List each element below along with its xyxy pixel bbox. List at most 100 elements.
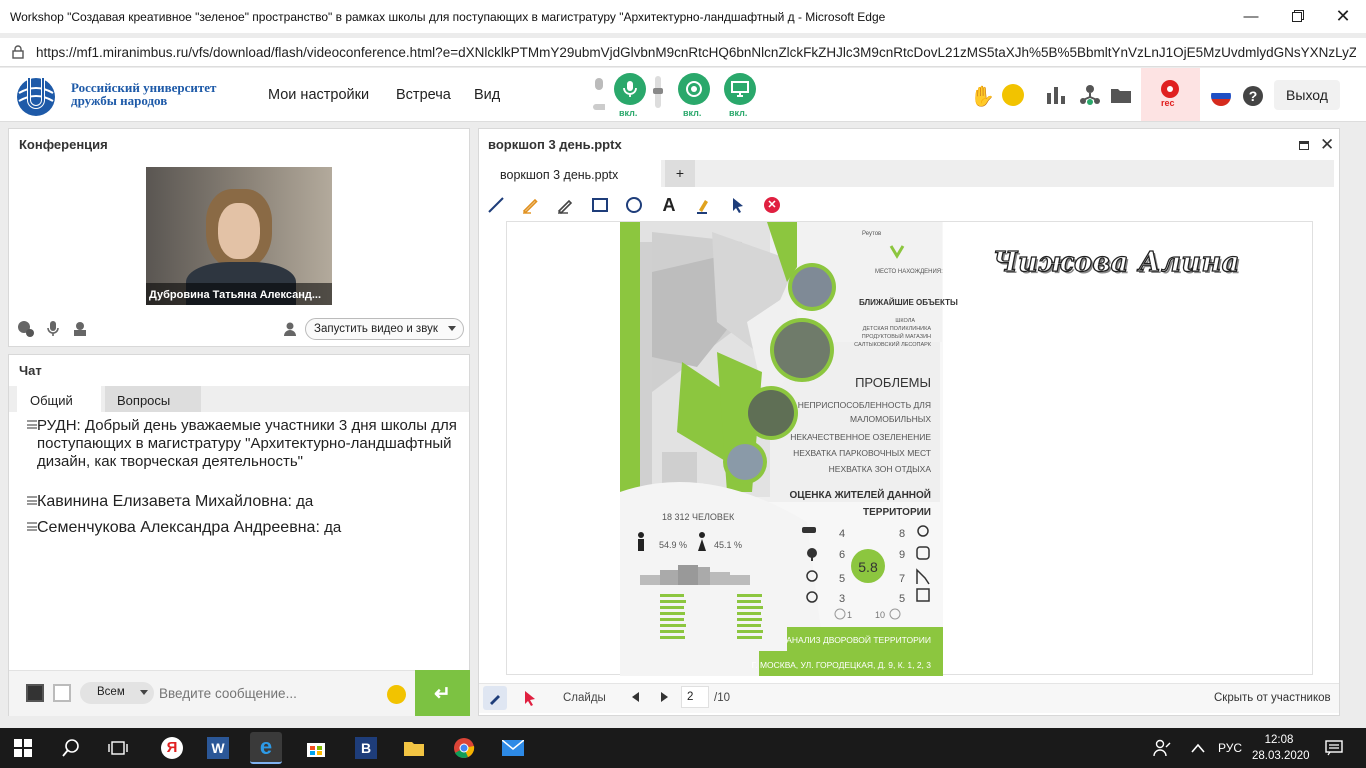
mail-icon[interactable] [497, 732, 529, 764]
user-icon [283, 322, 297, 341]
task-view-icon[interactable] [102, 732, 134, 764]
participant-video[interactable]: Дубровина Татьяна Александ... [146, 167, 332, 305]
menu-meeting[interactable]: Встреча [396, 87, 451, 103]
file-explorer-icon[interactable] [398, 732, 430, 764]
message-author: Кавинина Елизавета Михайловна: [37, 493, 292, 510]
current-slide-input[interactable]: 2 [681, 686, 709, 708]
monitor-icon [731, 81, 749, 97]
microphone-button[interactable] [614, 73, 646, 105]
start-video-audio-dropdown[interactable]: Запустить видео и звук [305, 318, 464, 340]
folder-icon[interactable] [1110, 86, 1132, 109]
next-slide-icon[interactable] [661, 692, 668, 702]
ellipse-tool-icon[interactable] [624, 195, 644, 215]
word-icon[interactable]: W [202, 732, 234, 764]
rating-value: 5 [839, 573, 845, 585]
problem-item: МАЛОМОБИЛЬНЫХ [850, 414, 931, 424]
participant-settings-icon[interactable] [17, 320, 35, 343]
rating-title: ТЕРРИТОРИИ [863, 507, 931, 518]
record-button[interactable]: rec [1141, 68, 1200, 121]
store-icon[interactable] [300, 732, 332, 764]
clock[interactable]: 12:08 28.03.2020 [1252, 732, 1310, 764]
rating-value: 9 [899, 549, 905, 561]
text-color-icon[interactable] [26, 684, 44, 702]
pencil-tool-icon[interactable] [520, 195, 540, 215]
problem-item: НЕХВАТКА ПАРКОВОЧНЫХ МЕСТ [793, 448, 931, 458]
chrome-icon[interactable] [448, 732, 480, 764]
scale-max: 10 [875, 610, 885, 620]
help-icon[interactable]: ? [1243, 86, 1263, 106]
message-menu-icon[interactable] [27, 420, 37, 429]
language-indicator[interactable]: РУС [1218, 741, 1242, 755]
document-tab[interactable]: воркшоп 3 день.pptx [486, 160, 661, 187]
exit-button[interactable]: Выход [1274, 80, 1340, 110]
search-icon[interactable] [55, 732, 87, 764]
conference-panel: Конференция Дубровина Татьяна Александ..… [8, 128, 470, 347]
conference-title: Конференция [19, 137, 108, 152]
chat-message-input[interactable] [159, 680, 379, 706]
send-button[interactable]: ↵ [415, 670, 470, 716]
close-panel-icon[interactable]: ✕ [1320, 135, 1334, 155]
clear-tool-icon[interactable]: ✕ [762, 195, 782, 215]
message-menu-icon[interactable] [27, 522, 37, 531]
notifications-icon[interactable] [1318, 732, 1350, 764]
fill-tool-icon[interactable] [694, 195, 714, 215]
rectangle-tool-icon[interactable] [590, 195, 610, 215]
start-icon[interactable] [7, 732, 39, 764]
maximize-button[interactable] [1274, 0, 1320, 33]
language-flag-icon[interactable] [1211, 86, 1231, 106]
background-color-icon[interactable] [53, 684, 71, 702]
overall-score: 5.8 [858, 559, 878, 575]
emoji-picker-icon[interactable] [387, 685, 406, 704]
rating-value: 8 [899, 528, 905, 540]
rating-value: 5 [899, 593, 905, 605]
poll-icon[interactable] [1046, 85, 1066, 110]
volume-slider[interactable] [653, 76, 663, 108]
chat-panel: Чат Общий Вопросы РУДН: Добрый день уваж… [8, 354, 470, 716]
network-icon[interactable] [1079, 84, 1101, 111]
slide-navigation-bar [479, 683, 1339, 713]
recipient-select[interactable]: Всем [80, 682, 154, 704]
add-tab-button[interactable]: + [665, 160, 695, 187]
camera-button[interactable] [678, 73, 710, 105]
slide-author-name: Чижова Алина [992, 246, 1240, 278]
tab-general[interactable]: Общий [17, 386, 101, 412]
slides-label[interactable]: Слайды [563, 692, 606, 704]
maximize-panel-icon[interactable] [1299, 141, 1309, 150]
marker-tool-icon[interactable] [555, 195, 575, 215]
raise-hand-icon[interactable]: ✋ [970, 84, 995, 109]
nearby-item: ШКОЛА [895, 318, 915, 324]
minimize-button[interactable]: — [1228, 0, 1274, 33]
previous-slide-icon[interactable] [632, 692, 639, 702]
tab-questions[interactable]: Вопросы [105, 386, 201, 412]
close-window-button[interactable]: ✕ [1320, 0, 1366, 33]
text-tool-icon[interactable]: A [659, 195, 679, 215]
hide-from-participants-button[interactable]: Скрыть от участников [1214, 692, 1331, 704]
camera-label: вкл. [683, 108, 702, 118]
edge-icon[interactable]: e [250, 732, 282, 764]
emoji-icon[interactable] [1002, 84, 1024, 106]
logo-text: Российский университет дружбы народов [71, 81, 216, 107]
address-bar[interactable]: https://mf1.miranimbus.ru/vfs/download/f… [0, 38, 1366, 67]
pointer-mode-icon[interactable] [523, 690, 537, 711]
yandex-browser-icon[interactable]: Я [156, 732, 188, 764]
clock-date: 28.03.2020 [1252, 750, 1310, 762]
menu-view[interactable]: Вид [474, 87, 500, 103]
video-settings-icon[interactable] [72, 320, 90, 343]
message-menu-icon[interactable] [27, 496, 37, 505]
chevron-up-icon[interactable] [1182, 732, 1214, 764]
draw-mode-icon[interactable] [483, 686, 507, 710]
app-b-icon[interactable]: В [350, 732, 382, 764]
camera-icon [686, 81, 702, 97]
screen-share-button[interactable] [724, 73, 756, 105]
population-label: 18 312 ЧЕЛОВЕК [662, 512, 735, 522]
record-icon [1161, 80, 1179, 98]
line-tool-icon[interactable] [486, 195, 506, 215]
chat-message: Кавинина Елизавета Михайловна: да [27, 493, 457, 511]
record-label: rec [1161, 98, 1175, 108]
pointer-tool-icon[interactable] [728, 195, 748, 215]
url-text[interactable]: https://mf1.miranimbus.ru/vfs/download/f… [36, 45, 1356, 60]
menu-my-settings[interactable]: Мои настройки [268, 87, 369, 103]
audio-settings-icon[interactable] [45, 320, 63, 343]
people-icon[interactable] [1146, 732, 1178, 764]
map-label: Реутов [862, 231, 881, 237]
